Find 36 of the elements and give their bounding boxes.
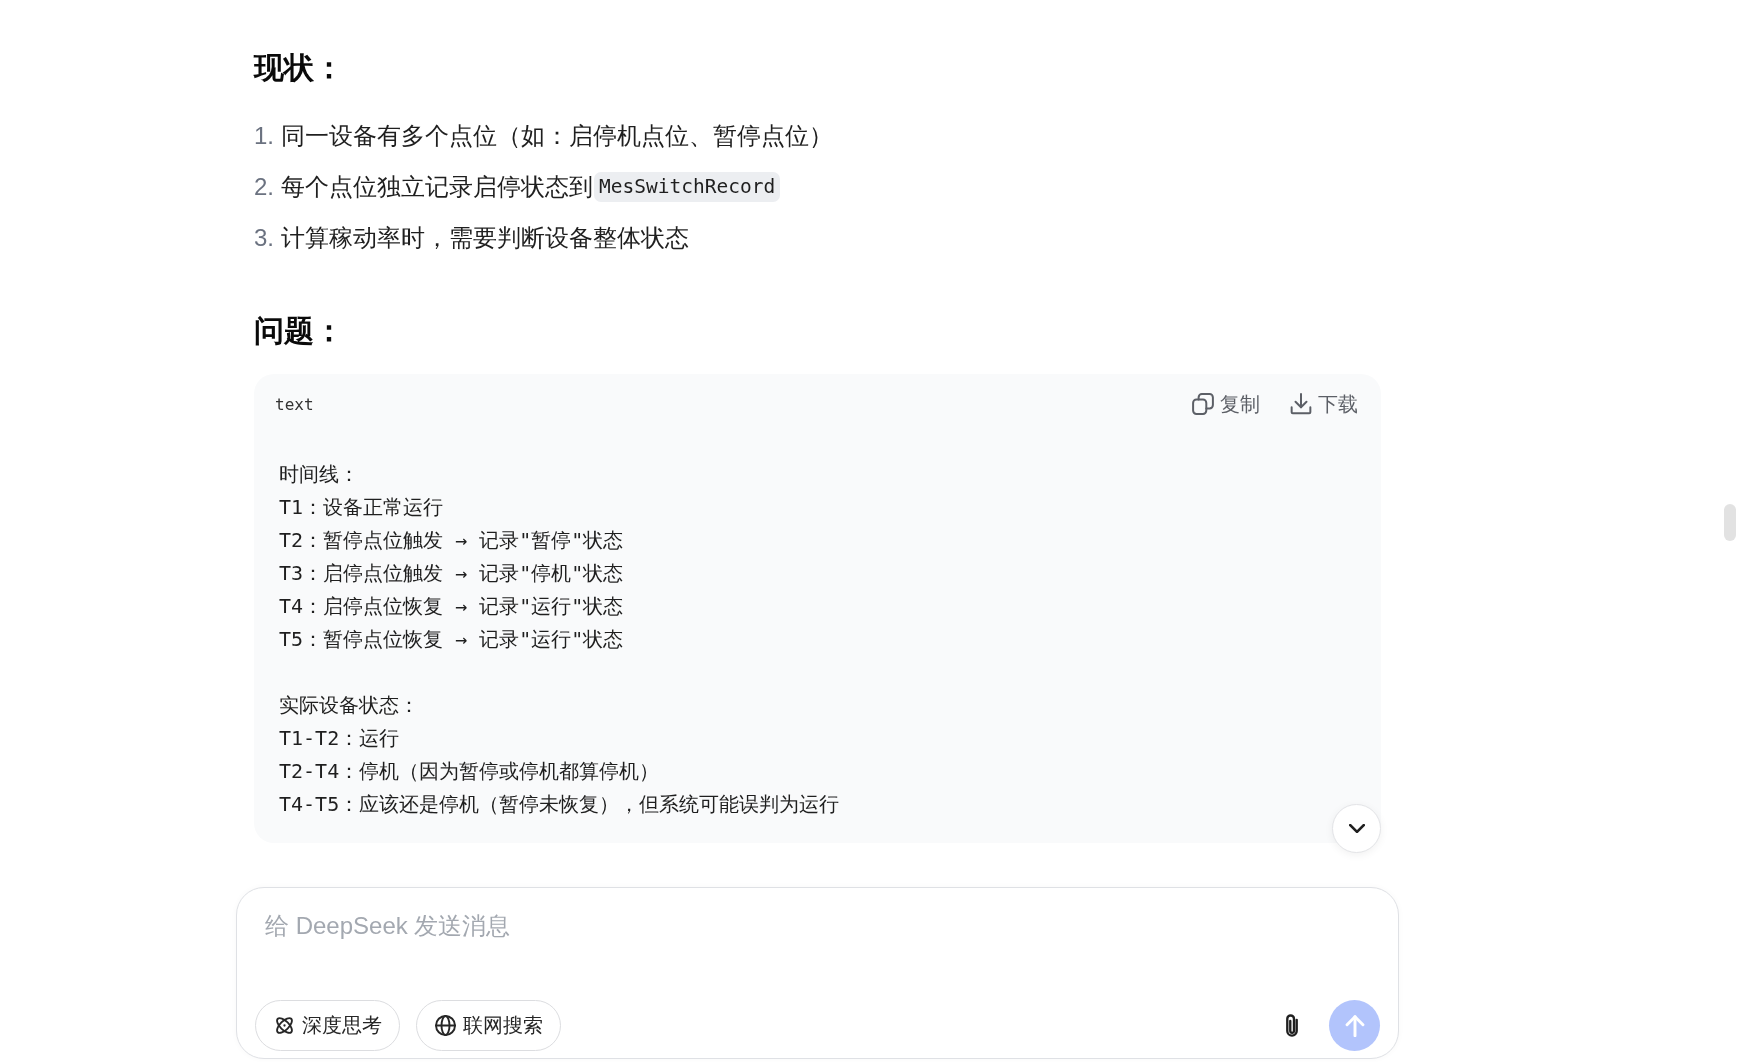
list-item-text: 同一设备有多个点位（如：启停机点位、暂停点位） [281, 121, 833, 151]
code-line: T2-T4：停机（因为暂停或停机都算停机） [279, 758, 660, 785]
list-number: 3. [254, 223, 274, 253]
list-item-text: 计算稼动率时，需要判断设备整体状态 [281, 223, 689, 253]
paperclip-icon [1285, 1012, 1299, 1039]
atom-icon [274, 1015, 295, 1036]
code-line: T1：设备正常运行 [279, 494, 444, 521]
globe-icon [435, 1015, 456, 1036]
composer-panel[interactable]: 给 DeepSeek 发送消息 深度思考 联网搜索 [236, 887, 1399, 1059]
toggle-button[interactable]: 深度思考 [255, 1000, 400, 1051]
scrollbar-thumb[interactable] [1724, 504, 1736, 541]
code-line: T5：暂停点位恢复 → 记录"运行"状态 [279, 626, 624, 653]
code-line: T4-T5：应该还是停机（暂停未恢复），但系统可能误判为运行 [279, 791, 840, 818]
download-icon [1290, 393, 1312, 415]
scroll-down-button[interactable] [1332, 804, 1381, 853]
chevron-down-icon [1348, 824, 1365, 833]
download-button[interactable]: 下载 [1290, 390, 1358, 418]
inline-code: MesSwitchRecord [594, 172, 781, 202]
code-line: T3：启停点位触发 → 记录"停机"状态 [279, 560, 624, 587]
copy-icon [1192, 393, 1214, 415]
code-line: 时间线： [279, 461, 359, 488]
copy-button[interactable]: 复制 [1192, 390, 1260, 418]
list-number: 2. [254, 172, 274, 202]
code-line: T2：暂停点位触发 → 记录"暂停"状态 [279, 527, 624, 554]
code-line: T4：启停点位恢复 → 记录"运行"状态 [279, 593, 624, 620]
attach-button[interactable] [1285, 1012, 1299, 1039]
message-input[interactable]: 给 DeepSeek 发送消息 [255, 908, 1380, 980]
list-number: 1. [254, 121, 274, 151]
code-language-label: text [275, 394, 314, 414]
section-heading: 问题： [254, 313, 344, 349]
arrow-up-icon [1344, 1014, 1365, 1037]
section-heading: 现状： [254, 50, 344, 86]
toggle-button[interactable]: 联网搜索 [416, 1000, 561, 1051]
list-item-text: 每个点位独立记录启停状态到 [281, 172, 593, 202]
code-line: 实际设备状态： [279, 692, 419, 719]
code-line: T1-T2：运行 [279, 725, 400, 752]
